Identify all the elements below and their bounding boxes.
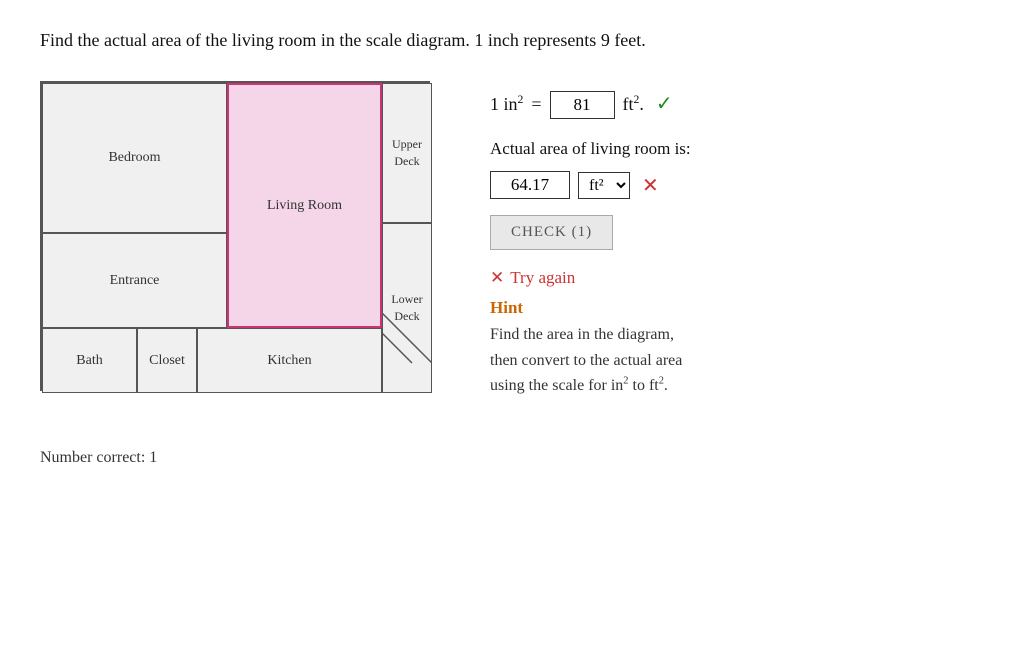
scale-input[interactable]	[550, 91, 615, 119]
answer-input[interactable]	[490, 171, 570, 199]
diagonal-lines-decoration	[382, 313, 432, 373]
scale-checkmark: ✓	[656, 91, 673, 116]
question-text: Find the actual area of the living room …	[40, 30, 992, 51]
scale-row: 1 in2 = ft2. ✓	[490, 91, 992, 119]
actual-area-label: Actual area of living room is:	[490, 139, 992, 159]
number-correct: Number correct: 1	[40, 449, 992, 467]
room-kitchen: Kitchen	[197, 328, 382, 393]
try-again-icon: ✕	[490, 268, 504, 288]
room-entrance: Entrance	[42, 233, 227, 328]
floor-plan: Bedroom Living Room UpperDeck Entrance L…	[40, 81, 430, 391]
room-living: Living Room	[227, 83, 382, 328]
scale-equals: =	[531, 94, 541, 115]
hint-text: Find the area in the diagram,then conver…	[490, 322, 992, 399]
scale-prefix: 1 in2	[490, 93, 523, 115]
room-upper-deck: UpperDeck	[382, 83, 432, 223]
unit-select[interactable]: ft² in² m²	[578, 172, 630, 199]
right-panel: 1 in2 = ft2. ✓ Actual area of living roo…	[490, 81, 992, 399]
scale-unit: ft2.	[623, 93, 644, 115]
hint-section: Hint Find the area in the diagram,then c…	[490, 298, 992, 399]
try-again-text: Try again	[510, 268, 575, 288]
room-closet: Closet	[137, 328, 197, 393]
diagram-container: Bedroom Living Room UpperDeck Entrance L…	[40, 81, 430, 391]
hint-label: Hint	[490, 298, 992, 318]
check-button[interactable]: CHECK (1)	[490, 215, 613, 250]
room-bedroom: Bedroom	[42, 83, 227, 233]
answer-row: ft² in² m² ✕	[490, 171, 992, 199]
clear-button[interactable]: ✕	[638, 173, 663, 198]
room-bath: Bath	[42, 328, 137, 393]
try-again-row: ✕ Try again	[490, 268, 992, 288]
